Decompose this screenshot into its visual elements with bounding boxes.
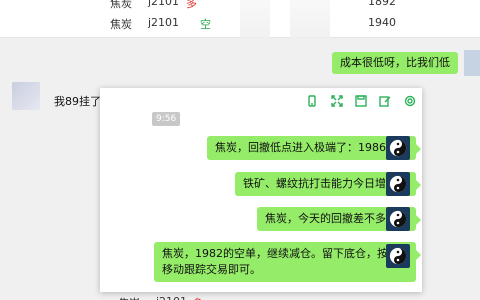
yin-yang-avatar[interactable] xyxy=(386,172,410,196)
trade-name: 焦炭 xyxy=(118,295,140,300)
yin-yang-avatar[interactable] xyxy=(386,207,410,231)
yin-yang-avatar[interactable] xyxy=(386,244,410,268)
yin-yang-avatar[interactable] xyxy=(386,136,410,160)
settings-icon[interactable] xyxy=(403,94,417,108)
popup-toolbar xyxy=(300,89,422,113)
chat-bubble-outgoing[interactable]: 焦炭，回撤低点进入极端了：1986附近 xyxy=(207,136,421,160)
edit-icon[interactable] xyxy=(378,94,392,108)
chat-bubble-outgoing[interactable]: 焦炭，1982的空单，继续减仓。留下底仓，按照移动跟踪交易即可。 xyxy=(154,242,421,282)
trade-code: j2101 xyxy=(148,16,180,29)
trade-side: 空 xyxy=(200,18,211,31)
avatar[interactable] xyxy=(12,82,40,110)
trade-row: 焦炭 j2101 空 1940 xyxy=(110,15,410,33)
trade-list-top: 焦炭 j2101 多 1892 焦炭 j2101 空 1940 xyxy=(0,0,480,38)
trade-code: j2101 xyxy=(148,0,180,8)
avatar[interactable] xyxy=(464,50,480,76)
chat-bubble-outgoing[interactable]: 成本很低呀，比我们低 xyxy=(332,52,458,74)
expand-icon[interactable] xyxy=(330,94,344,108)
timestamp: 9:56 xyxy=(152,112,181,126)
trade-side: 多 xyxy=(192,295,203,300)
phone-icon[interactable] xyxy=(305,94,319,108)
trade-price: 1940 xyxy=(368,16,396,29)
trade-code: j2101 xyxy=(156,295,187,300)
trade-name: 焦炭 xyxy=(110,0,132,10)
trade-price: 1892 xyxy=(368,0,396,8)
trade-row: 焦炭 j2101 多 xyxy=(110,294,410,300)
trade-side: 多 xyxy=(186,0,197,10)
trade-name: 焦炭 xyxy=(110,18,132,31)
trade-row: 焦炭 j2101 多 1892 xyxy=(110,0,410,12)
save-icon[interactable] xyxy=(354,94,368,108)
